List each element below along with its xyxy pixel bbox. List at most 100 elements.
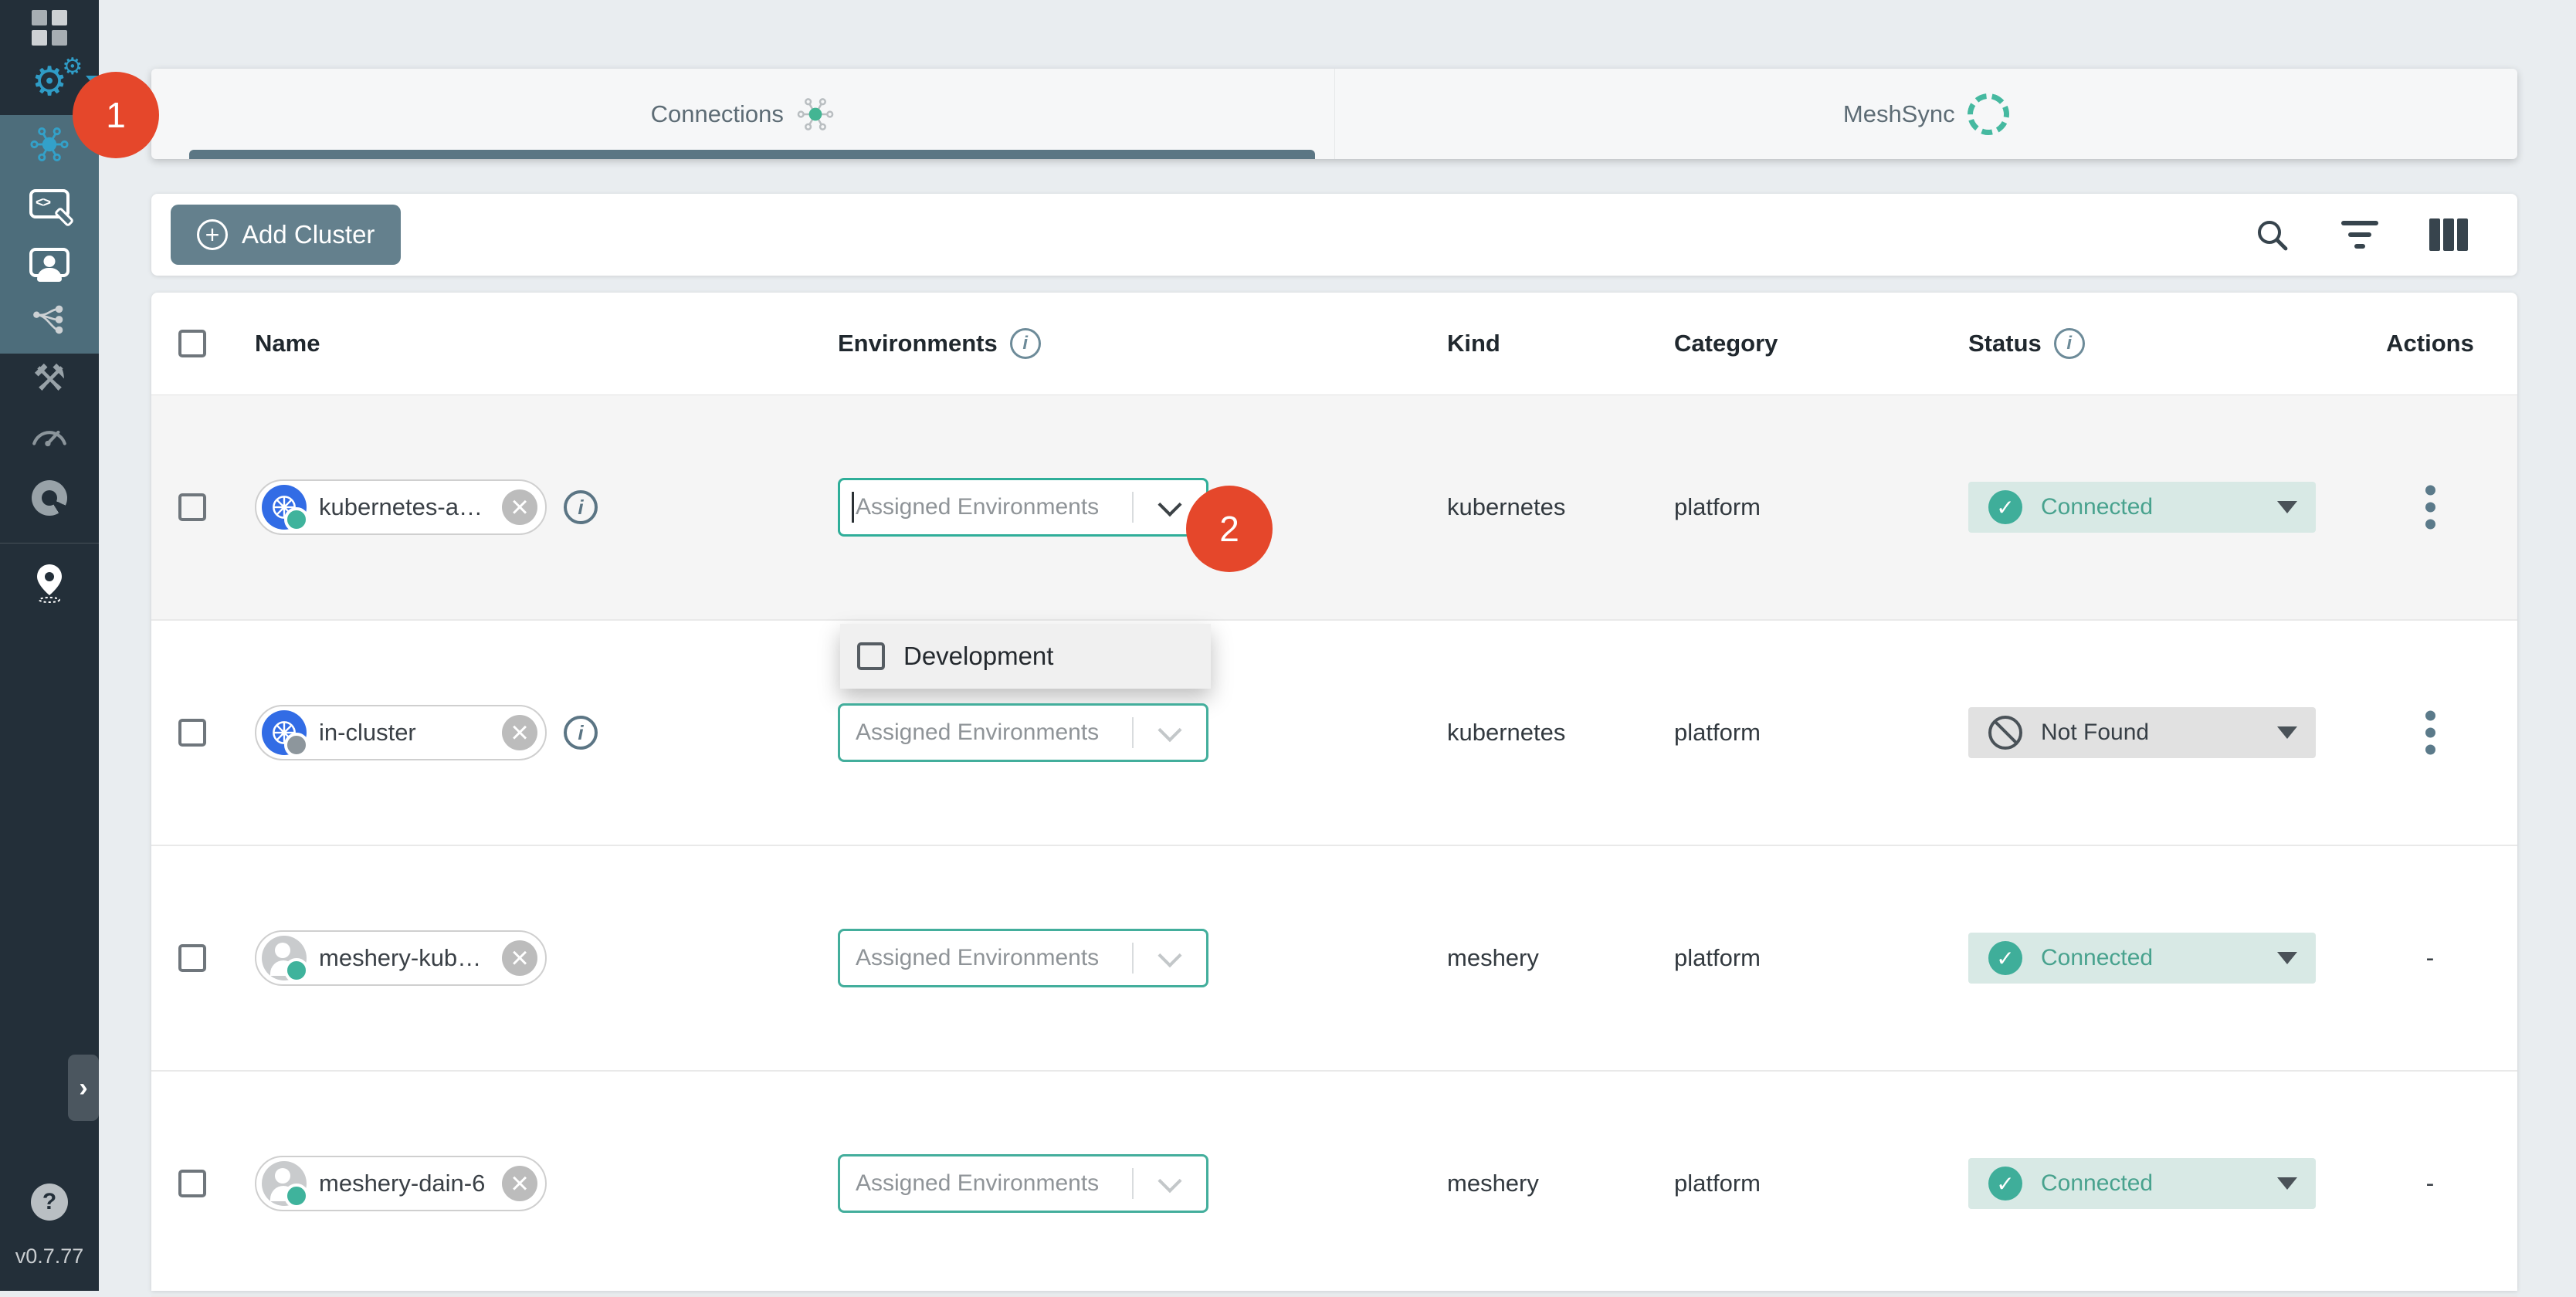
status-select[interactable]: ✓ Connected	[1968, 1158, 2316, 1209]
map-pin-icon	[32, 563, 66, 603]
connection-name-chip[interactable]: meshery-kubescop… ×	[255, 930, 547, 986]
workspace-nav-item[interactable]	[0, 238, 99, 287]
sidebar-expand-button[interactable]: ›	[68, 1055, 99, 1121]
category-cell: platform	[1674, 1170, 1761, 1197]
column-header-kind[interactable]: Kind	[1447, 330, 1500, 357]
assigned-environments-select[interactable]: Assigned Environments Development	[838, 478, 1208, 537]
connection-info-icon[interactable]: i	[564, 490, 598, 524]
column-header-environments[interactable]: Environments i	[838, 328, 1041, 359]
gauge-icon	[30, 418, 69, 450]
row-checkbox[interactable]	[178, 493, 206, 521]
kubernetes-logo-icon	[262, 710, 307, 755]
connections-hub-icon	[29, 124, 69, 164]
sidebar-divider	[0, 543, 99, 544]
kind-cell: kubernetes	[1447, 493, 1565, 521]
category-cell: platform	[1674, 719, 1761, 747]
table-row: kubernetes-admin… × i Assigned Environme…	[151, 395, 2517, 621]
remove-connection-icon[interactable]: ×	[502, 940, 537, 976]
remove-connection-icon[interactable]: ×	[502, 489, 537, 525]
tab-meshsync-label: MeshSync	[1843, 100, 1955, 128]
connections-table: Name Environments i Kind Category Status…	[151, 293, 2517, 1291]
row-checkbox[interactable]	[178, 1170, 206, 1197]
status-label: Not Found	[2041, 720, 2149, 746]
annotation-step-2-badge: 2	[1186, 486, 1273, 572]
configuration-nav-item[interactable]: ⚒	[0, 354, 99, 404]
pipelines-nav-item[interactable]	[0, 296, 99, 345]
caret-down-icon	[2277, 726, 2297, 739]
performance-nav-item[interactable]	[0, 409, 99, 459]
status-select[interactable]: ✓ Connected	[1968, 482, 2316, 533]
connection-status-dot	[284, 507, 309, 532]
filter-icon[interactable]	[2341, 221, 2378, 249]
search-icon[interactable]	[2253, 216, 2290, 253]
status-select[interactable]: ✓ Connected	[1968, 933, 2316, 984]
assigned-environments-select[interactable]: Assigned Environments	[838, 703, 1208, 762]
column-header-category[interactable]: Category	[1674, 330, 1778, 357]
tab-meshsync[interactable]: MeshSync	[1334, 69, 2518, 159]
tab-connections[interactable]: Connections	[151, 69, 1334, 159]
connection-name-label: in-cluster	[319, 719, 490, 747]
status-label: Connected	[2041, 494, 2153, 520]
table-row: meshery-dain-6 × Assigned Environments m…	[151, 1072, 2517, 1297]
chevron-down-icon[interactable]	[1158, 493, 1181, 516]
info-icon[interactable]: i	[2054, 328, 2085, 359]
plus-circle-icon: +	[197, 219, 228, 250]
location-nav-item[interactable]	[0, 558, 99, 608]
tab-strip: Connections MeshSync	[151, 69, 2517, 159]
screen-person-icon	[29, 248, 69, 277]
table-toolbar: + Add Cluster	[151, 194, 2517, 276]
wrench-icon	[54, 207, 75, 228]
dashboard-icon	[32, 10, 67, 46]
version-label: v0.7.77	[0, 1245, 99, 1268]
meshsync-spinner-icon	[1963, 88, 2014, 139]
row-checkbox[interactable]	[178, 944, 206, 972]
status-select[interactable]: Not Found	[1968, 707, 2316, 758]
assigned-environments-select[interactable]: Assigned Environments	[838, 929, 1208, 987]
sidebar: ⚙⚙ <>	[0, 0, 99, 1291]
help-button[interactable]: ?	[31, 1184, 68, 1221]
assigned-environments-select[interactable]: Assigned Environments	[838, 1154, 1208, 1213]
lifecycle-submenu: <>	[0, 115, 99, 354]
connections-tab-icon	[796, 95, 835, 134]
environments-placeholder: Assigned Environments	[856, 720, 1099, 746]
row-actions-menu-icon[interactable]	[2425, 486, 2435, 530]
connection-name-label: meshery-dain-6	[319, 1170, 490, 1197]
add-cluster-label: Add Cluster	[242, 220, 375, 249]
check-circle-icon: ✓	[1988, 941, 2022, 975]
check-circle-icon: ✓	[1988, 1167, 2022, 1200]
check-circle-icon: ✓	[1988, 490, 2022, 524]
select-all-checkbox[interactable]	[178, 330, 206, 357]
adapters-nav-item[interactable]: <>	[0, 179, 99, 229]
extensions-nav-item[interactable]	[0, 473, 99, 523]
column-header-status[interactable]: Status i	[1968, 328, 2085, 359]
remove-connection-icon[interactable]: ×	[502, 715, 537, 750]
connection-info-icon[interactable]: i	[564, 716, 598, 750]
row-checkbox[interactable]	[178, 719, 206, 747]
environments-placeholder: Assigned Environments	[856, 494, 1099, 520]
actions-empty: -	[2426, 1170, 2435, 1198]
person-avatar-icon	[262, 936, 307, 980]
add-cluster-button[interactable]: + Add Cluster	[171, 205, 401, 265]
chevron-down-icon[interactable]	[1158, 718, 1181, 742]
chevron-down-icon[interactable]	[1158, 943, 1181, 967]
chevron-down-icon[interactable]	[1158, 1169, 1181, 1193]
connection-name-chip[interactable]: kubernetes-admin… ×	[255, 479, 547, 535]
table-header: Name Environments i Kind Category Status…	[151, 293, 2517, 395]
ban-circle-icon	[1988, 716, 2022, 750]
status-label: Connected	[2041, 1170, 2153, 1197]
connection-name-chip[interactable]: meshery-dain-6 ×	[255, 1156, 547, 1211]
connection-name-chip[interactable]: in-cluster ×	[255, 705, 547, 760]
row-actions-menu-icon[interactable]	[2425, 711, 2435, 755]
table-row: meshery-kubescop… × Assigned Environment…	[151, 846, 2517, 1072]
environments-placeholder: Assigned Environments	[856, 1170, 1099, 1197]
dashboard-nav-item[interactable]	[0, 3, 99, 52]
view-columns-icon[interactable]	[2429, 218, 2468, 251]
category-cell: platform	[1674, 944, 1761, 972]
kind-cell: kubernetes	[1447, 719, 1565, 747]
column-header-name[interactable]: Name	[255, 330, 320, 357]
connection-status-dot	[284, 958, 309, 983]
branch-icon	[31, 302, 68, 339]
remove-connection-icon[interactable]: ×	[502, 1166, 537, 1201]
kind-cell: meshery	[1447, 1170, 1539, 1197]
info-icon[interactable]: i	[1010, 328, 1041, 359]
